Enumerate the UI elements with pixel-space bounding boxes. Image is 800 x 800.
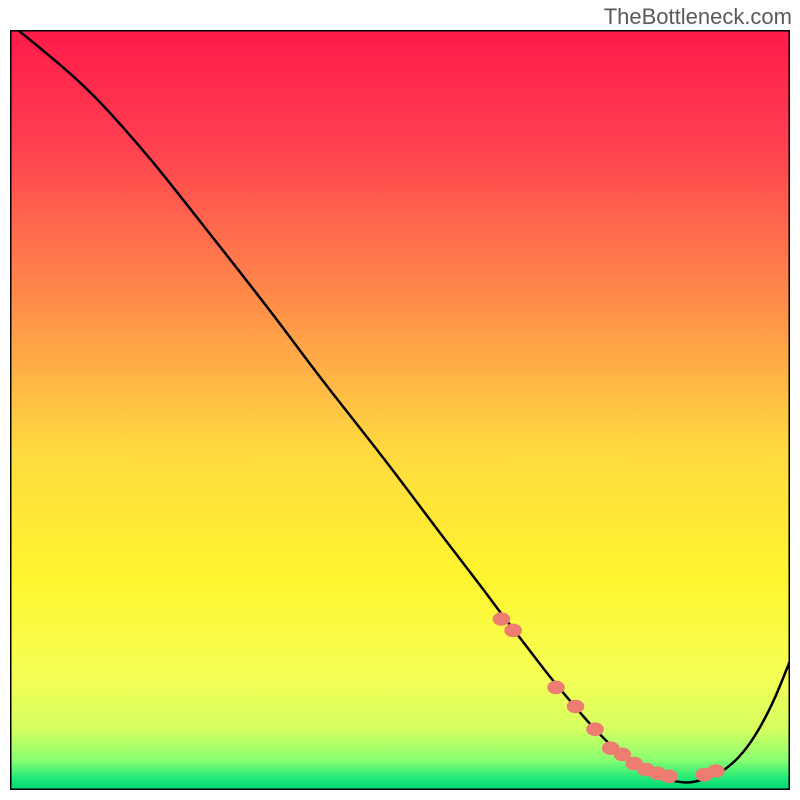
data-marker	[567, 700, 585, 714]
data-marker	[707, 764, 725, 778]
data-marker	[547, 681, 565, 695]
watermark-label: TheBottleneck.com	[604, 4, 792, 30]
gradient-background	[10, 30, 790, 790]
plot-area	[10, 30, 790, 790]
chart-svg	[10, 30, 790, 790]
data-marker	[504, 624, 522, 638]
data-marker	[493, 612, 511, 626]
data-marker	[660, 770, 678, 784]
chart-container: TheBottleneck.com	[0, 0, 800, 800]
data-marker	[586, 722, 604, 736]
